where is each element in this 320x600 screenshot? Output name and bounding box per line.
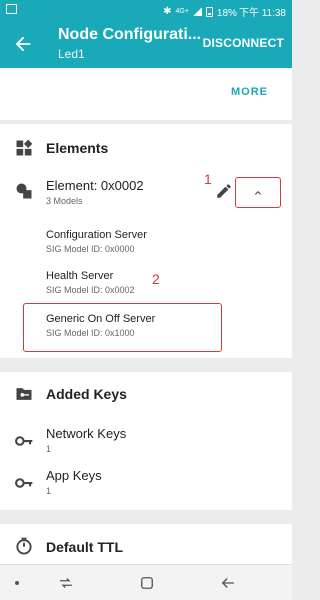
model-id: SIG Model ID: 0x0000 [46, 244, 135, 254]
collapse-button[interactable] [235, 177, 281, 208]
bluetooth-icon: ✱ [163, 6, 172, 17]
gallery-icon [6, 4, 17, 14]
battery-icon [205, 6, 213, 17]
recents-icon[interactable] [57, 574, 75, 592]
arrow-left-icon[interactable] [12, 33, 34, 55]
network-keys-title[interactable]: Network Keys [46, 426, 126, 441]
status-bar: ✱ 4G+ 18% 下午 11:38 [0, 0, 292, 20]
added-keys-section-title: Added Keys [46, 386, 127, 402]
nav-dot-icon [15, 581, 19, 585]
disconnect-button[interactable]: DISCONNECT [203, 36, 284, 50]
system-nav-bar [0, 564, 292, 600]
model-id: SIG Model ID: 0x0002 [46, 285, 135, 295]
key-icon [15, 436, 33, 446]
highlight-box [23, 303, 222, 352]
element-title[interactable]: Element: 0x0002 [46, 178, 144, 193]
app-keys-title[interactable]: App Keys [46, 468, 102, 483]
back-nav-icon[interactable] [219, 574, 237, 592]
chevron-up-icon [255, 191, 261, 195]
app-bar: Node Configurati... Led1 DISCONNECT [0, 20, 292, 68]
model-title[interactable]: Configuration Server [46, 229, 147, 241]
annotation-1: 1 [204, 171, 212, 187]
default-ttl-card: Default TTL [0, 524, 292, 564]
pencil-icon[interactable] [215, 182, 233, 200]
node-info-card: MORE [0, 68, 292, 120]
home-icon[interactable] [138, 574, 156, 592]
model-title[interactable]: Health Server [46, 270, 113, 282]
folder-key-icon [16, 388, 32, 400]
widgets-icon [16, 139, 33, 156]
app-keys-count: 1 [46, 486, 52, 496]
page-subtitle: Led1 [58, 47, 85, 61]
elements-card: Elements Element: 0x0002 3 Models 1 Conf… [0, 124, 292, 358]
page-title: Node Configurati... [58, 26, 202, 43]
more-button[interactable]: MORE [231, 86, 268, 98]
network-type: 4G+ [175, 8, 189, 15]
elements-section-title: Elements [46, 140, 109, 156]
shapes-icon [16, 183, 32, 199]
signal-icon [192, 7, 202, 16]
timer-icon [16, 537, 32, 555]
added-keys-card: Added Keys Network Keys 1 App Keys 1 [0, 372, 292, 510]
network-keys-count: 1 [46, 444, 52, 454]
element-subtitle: 3 Models [46, 196, 83, 206]
status-right: ✱ 4G+ 18% 下午 11:38 [163, 4, 286, 19]
annotation-2: 2 [152, 271, 160, 287]
default-ttl-title: Default TTL [46, 539, 123, 555]
status-time: 18% 下午 11:38 [216, 8, 286, 19]
key-icon [15, 478, 33, 488]
